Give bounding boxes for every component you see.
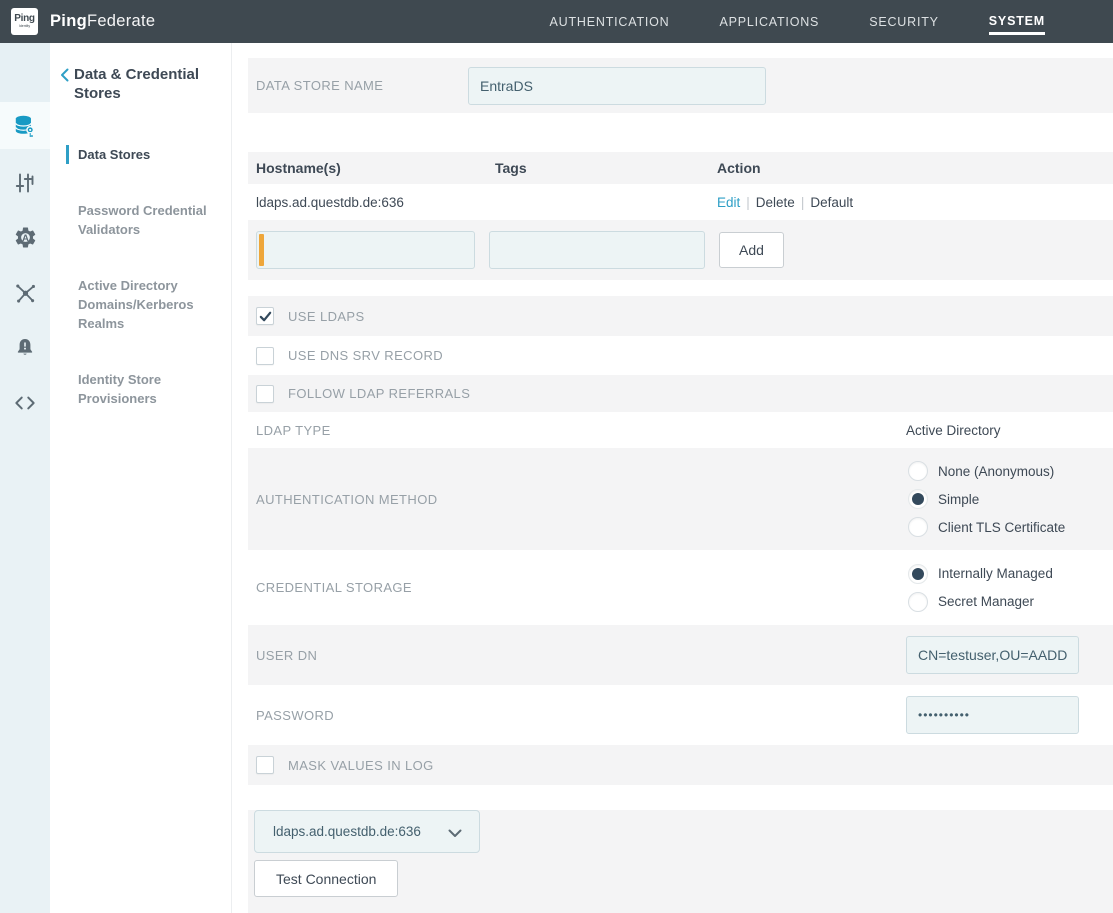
sidebar-item-identity-store-provisioners[interactable]: Identity Store Provisioners — [66, 370, 217, 408]
radio-selected-icon — [908, 564, 928, 584]
user-dn-row: USER DN — [248, 625, 1113, 685]
use-dns-srv-label: USE DNS SRV RECORD — [288, 348, 443, 363]
use-ldaps-label: USE LDAPS — [288, 309, 365, 324]
app-title: PingFederate — [50, 12, 155, 31]
mask-values-checkbox[interactable] — [256, 756, 274, 774]
api-code-icon — [12, 390, 38, 416]
nav-applications[interactable]: APPLICATIONS — [720, 9, 820, 35]
use-dns-srv-row: USE DNS SRV RECORD — [248, 336, 1113, 375]
rail-spacer — [0, 43, 50, 102]
credential-storage-options: Internally Managed Secret Manager — [908, 564, 1053, 612]
new-tags-input[interactable] — [489, 231, 705, 269]
default-link[interactable]: Default — [810, 195, 853, 210]
top-bar: Ping Identity PingFederate AUTHENTICATIO… — [0, 0, 1113, 43]
use-dns-srv-checkbox[interactable] — [256, 347, 274, 365]
action-separator: | — [746, 195, 750, 210]
action-separator: | — [801, 195, 805, 210]
rail-item-alerts[interactable] — [0, 324, 50, 371]
svg-text:A: A — [22, 233, 29, 243]
follow-ldap-referrals-row: FOLLOW LDAP REFERRALS — [248, 375, 1113, 412]
sidebar-item-data-stores[interactable]: Data Stores — [66, 145, 217, 164]
password-input[interactable] — [906, 696, 1079, 734]
ping-identity-logo: Ping Identity — [11, 8, 38, 35]
rail-item-api[interactable] — [0, 379, 50, 426]
col-tags: Tags — [487, 160, 709, 176]
credential-storage-row: CREDENTIAL STORAGE Internally Managed Se… — [248, 550, 1113, 625]
admin-gear-icon: A — [13, 225, 38, 250]
data-store-name-label: DATA STORE NAME — [248, 78, 383, 93]
add-hostname-row: Add — [248, 220, 1113, 280]
test-connection-section: ldaps.ad.questdb.de:636 Test Connection — [248, 810, 1113, 913]
mask-values-label: MASK VALUES IN LOG — [288, 758, 434, 773]
hostnames-table-header: Hostname(s) Tags Action — [248, 152, 1113, 184]
data-stores-icon — [12, 113, 38, 139]
radio-simple[interactable]: Simple — [908, 489, 1065, 509]
password-label: PASSWORD — [248, 708, 334, 723]
ldap-type-row: LDAP TYPE Active Directory — [248, 412, 1113, 448]
checkmark-icon — [259, 310, 272, 323]
network-icon — [13, 280, 38, 305]
logo-subtext: Identity — [19, 25, 30, 29]
test-connection-button[interactable]: Test Connection — [254, 860, 398, 897]
chevron-left-icon — [60, 65, 74, 103]
nav-authentication[interactable]: AUTHENTICATION — [550, 9, 670, 35]
use-ldaps-checkbox[interactable] — [256, 307, 274, 325]
data-store-name-input[interactable] — [468, 67, 766, 105]
sidebar-back[interactable]: Data & Credential Stores — [60, 65, 231, 103]
delete-link[interactable]: Delete — [756, 195, 795, 210]
section-sidebar: Data & Credential Stores Data Stores Pas… — [50, 43, 232, 913]
user-dn-label: USER DN — [248, 648, 317, 663]
radio-icon — [908, 592, 928, 612]
follow-ldap-referrals-label: FOLLOW LDAP REFERRALS — [288, 386, 470, 401]
follow-ldap-referrals-checkbox[interactable] — [256, 385, 274, 403]
alerts-bell-icon — [13, 336, 37, 360]
add-button[interactable]: Add — [719, 232, 784, 268]
authentication-method-row: AUTHENTICATION METHOD None (Anonymous) S… — [248, 448, 1113, 550]
new-hostname-input[interactable] — [256, 231, 475, 269]
hostname-table-row: ldaps.ad.questdb.de:636 Edit | Delete | Defa… — [248, 184, 1113, 220]
sidebar-item-password-credential-validators[interactable]: Password Credential Validators — [66, 201, 217, 239]
col-hostnames: Hostname(s) — [248, 160, 487, 176]
radio-secret-manager[interactable]: Secret Manager — [908, 592, 1053, 612]
rail-item-admin[interactable]: A — [0, 214, 50, 261]
ldap-type-label: LDAP TYPE — [248, 423, 331, 438]
user-dn-input[interactable] — [906, 636, 1079, 674]
authentication-method-options: None (Anonymous) Simple Client TLS Certi… — [908, 461, 1065, 537]
chevron-down-icon — [448, 829, 462, 838]
col-action: Action — [709, 160, 1113, 176]
hostname-select-value: ldaps.ad.questdb.de:636 — [255, 824, 421, 839]
rail-item-network[interactable] — [0, 269, 50, 316]
password-row: PASSWORD — [248, 685, 1113, 745]
radio-none-anonymous[interactable]: None (Anonymous) — [908, 461, 1065, 481]
icon-rail: A — [0, 43, 50, 913]
sliders-icon — [13, 171, 37, 195]
logo-text: Ping — [14, 14, 34, 24]
mask-values-row: MASK VALUES IN LOG — [248, 745, 1113, 785]
app-title-bold: Ping — [50, 12, 87, 30]
radio-icon — [908, 517, 928, 537]
nav-system[interactable]: SYSTEM — [989, 8, 1045, 35]
sidebar-title: Data & Credential Stores — [74, 65, 231, 103]
primary-nav: AUTHENTICATION APPLICATIONS SECURITY SYS… — [550, 8, 1045, 35]
authentication-method-label: AUTHENTICATION METHOD — [248, 492, 438, 507]
radio-selected-icon — [908, 489, 928, 509]
use-ldaps-row: USE LDAPS — [248, 296, 1113, 336]
data-store-name-row: DATA STORE NAME — [248, 58, 1113, 113]
rail-item-settings[interactable] — [0, 159, 50, 206]
ldap-type-value: Active Directory — [906, 423, 1001, 438]
sidebar-item-ad-domains-kerberos-realms[interactable]: Active Directory Domains/Kerberos Realms — [66, 276, 217, 333]
main-content: DATA STORE NAME Hostname(s) Tags Action … — [232, 43, 1113, 913]
rail-item-data-stores[interactable] — [0, 102, 50, 149]
sidebar-items: Data Stores Password Credential Validato… — [50, 145, 231, 408]
nav-security[interactable]: SECURITY — [869, 9, 939, 35]
hostname-cell: ldaps.ad.questdb.de:636 — [248, 195, 487, 210]
radio-client-tls-certificate[interactable]: Client TLS Certificate — [908, 517, 1065, 537]
action-cell: Edit | Delete | Default — [709, 195, 1113, 210]
edit-link[interactable]: Edit — [717, 195, 740, 210]
radio-internally-managed[interactable]: Internally Managed — [908, 564, 1053, 584]
credential-storage-label: CREDENTIAL STORAGE — [248, 580, 412, 595]
radio-icon — [908, 461, 928, 481]
hostname-select[interactable]: ldaps.ad.questdb.de:636 — [254, 810, 480, 853]
app-title-light: Federate — [87, 12, 155, 30]
